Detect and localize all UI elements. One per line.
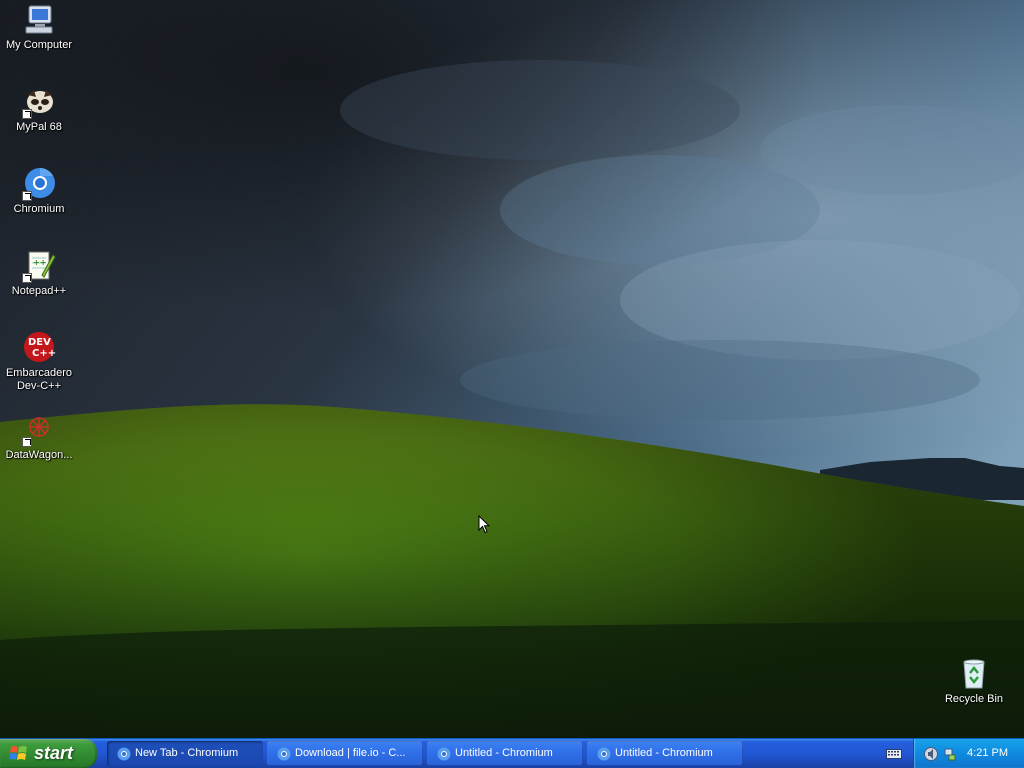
taskbar-button-label: New Tab - Chromium (135, 747, 239, 759)
desktop-icon-dev-cpp[interactable]: DEV C++ Embarcadero Dev-C++ (1, 331, 77, 393)
clock[interactable]: 4:21 PM (967, 747, 1008, 759)
taskbar-button-label: Untitled - Chromium (455, 747, 553, 759)
desktop-icon-recycle-bin[interactable]: Recycle Bin (936, 657, 1012, 706)
mouse-cursor-icon (478, 515, 490, 534)
taskbar-button-label: Download | file.io - C... (295, 747, 406, 759)
chromium-icon (117, 747, 131, 761)
chromium-icon (277, 747, 291, 761)
keyboard-language-icon[interactable] (886, 748, 902, 760)
desktop-icon-label: DataWagon... (5, 449, 73, 461)
desktop-icon-label: Recycle Bin (944, 693, 1004, 705)
svg-text:++: ++ (33, 258, 46, 267)
svg-text:DEV: DEV (28, 337, 51, 348)
network-tray-icon[interactable] (942, 746, 958, 762)
windows-logo-icon (10, 746, 27, 760)
desktop-icon-datawagon[interactable]: DataWagon... (1, 413, 77, 462)
shortcut-arrow-icon (22, 273, 32, 283)
start-button[interactable]: start (0, 739, 97, 768)
desktop-icon-label: Embarcadero Dev-C++ (5, 367, 73, 392)
wallpaper (0, 0, 1024, 738)
desktop-icon-label: Notepad++ (11, 285, 67, 297)
shortcut-arrow-icon (22, 437, 32, 447)
shortcut-arrow-icon (22, 109, 32, 119)
desktop-icon-notepad-plus-plus[interactable]: ++ Notepad++ (1, 249, 77, 298)
my-computer-icon (25, 5, 53, 34)
desktop-icon-chromium[interactable]: Chromium (1, 167, 77, 216)
desktop-icon-mypal[interactable]: MyPal 68 (1, 85, 77, 134)
start-label: start (34, 743, 74, 763)
taskbar-button-label: Untitled - Chromium (615, 747, 713, 759)
desktop[interactable]: My Computer MyPal 68 Chromium ++ Notepad… (0, 0, 1024, 738)
system-tray: 4:21 PM (913, 739, 1024, 768)
taskbar: start New Tab - Chromium Download | file… (0, 738, 1024, 768)
desktop-icon-label: My Computer (5, 39, 73, 51)
chromium-icon (597, 747, 611, 761)
taskbar-button-new-tab[interactable]: New Tab - Chromium (107, 741, 263, 766)
taskbar-button-untitled-2[interactable]: Untitled - Chromium (587, 741, 743, 766)
speaker-tray-icon[interactable] (923, 746, 939, 762)
taskbar-button-untitled-1[interactable]: Untitled - Chromium (427, 741, 583, 766)
chromium-icon (437, 747, 451, 761)
desktop-icon-label: MyPal 68 (16, 121, 62, 133)
svg-text:C++: C++ (32, 348, 56, 359)
recycle-bin-icon (963, 659, 985, 689)
shortcut-arrow-icon (22, 191, 32, 201)
desktop-icon-label: Chromium (13, 203, 65, 215)
taskbar-button-download-file-io[interactable]: Download | file.io - C... (267, 741, 423, 766)
dev-cpp-icon: DEV C++ (24, 332, 56, 362)
desktop-icon-my-computer[interactable]: My Computer (1, 3, 77, 52)
